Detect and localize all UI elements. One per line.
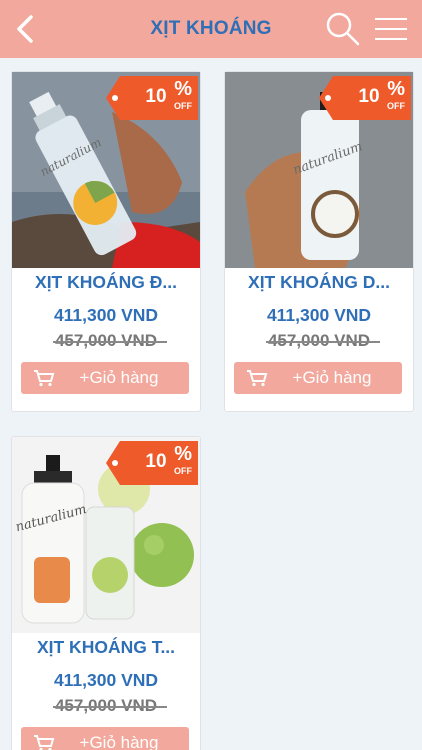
search-icon bbox=[326, 12, 360, 46]
add-to-cart-button[interactable]: +Giỏ hàng bbox=[21, 362, 189, 394]
product-card[interactable]: naturalium 10 % OFF XỊT KHOÁNG Đ... 411,… bbox=[11, 71, 201, 412]
product-price: 411,300 VND bbox=[266, 305, 372, 325]
discount-off-label: OFF bbox=[174, 466, 192, 476]
discount-percent: % bbox=[387, 78, 405, 100]
add-to-cart-label: +Giỏ hàng bbox=[79, 733, 159, 750]
add-to-cart-label: +Giỏ hàng bbox=[79, 368, 159, 387]
product-old-price: 457,000 VND bbox=[265, 331, 381, 350]
app-header: XỊT KHOÁNG bbox=[0, 0, 422, 58]
add-to-cart-button[interactable]: +Giỏ hàng bbox=[21, 727, 189, 750]
product-old-price: 457,000 VND bbox=[52, 696, 168, 715]
discount-tag: 10 % OFF bbox=[319, 76, 411, 120]
product-price: 411,300 VND bbox=[53, 670, 159, 690]
product-card[interactable]: naturalium 10 % OFF XỊT KHOÁNG T... 411,… bbox=[11, 436, 201, 750]
hamburger-menu-icon bbox=[375, 18, 407, 40]
discount-value: 10 bbox=[358, 86, 380, 107]
add-to-cart-label: +Giỏ hàng bbox=[292, 368, 372, 387]
search-button[interactable] bbox=[324, 10, 362, 48]
discount-tag: 10 % OFF bbox=[106, 441, 198, 485]
add-to-cart-button[interactable]: +Giỏ hàng bbox=[234, 362, 402, 394]
product-name[interactable]: XỊT KHOÁNG D... bbox=[225, 272, 413, 293]
discount-off-label: OFF bbox=[387, 101, 405, 111]
product-old-price: 457,000 VND bbox=[52, 331, 168, 350]
menu-button[interactable] bbox=[372, 14, 410, 44]
discount-off-label: OFF bbox=[174, 101, 192, 111]
discount-value: 10 bbox=[145, 86, 167, 107]
discount-percent: % bbox=[174, 78, 192, 100]
discount-tag: 10 % OFF bbox=[106, 76, 198, 120]
product-card[interactable]: naturalium 10 % OFF XỊT KHOÁNG D... 411,… bbox=[224, 71, 414, 412]
product-name[interactable]: XỊT KHOÁNG Đ... bbox=[12, 272, 200, 293]
product-price: 411,300 VND bbox=[53, 305, 159, 325]
product-name[interactable]: XỊT KHOÁNG T... bbox=[12, 637, 200, 658]
discount-value: 10 bbox=[145, 451, 167, 472]
discount-percent: % bbox=[174, 443, 192, 465]
